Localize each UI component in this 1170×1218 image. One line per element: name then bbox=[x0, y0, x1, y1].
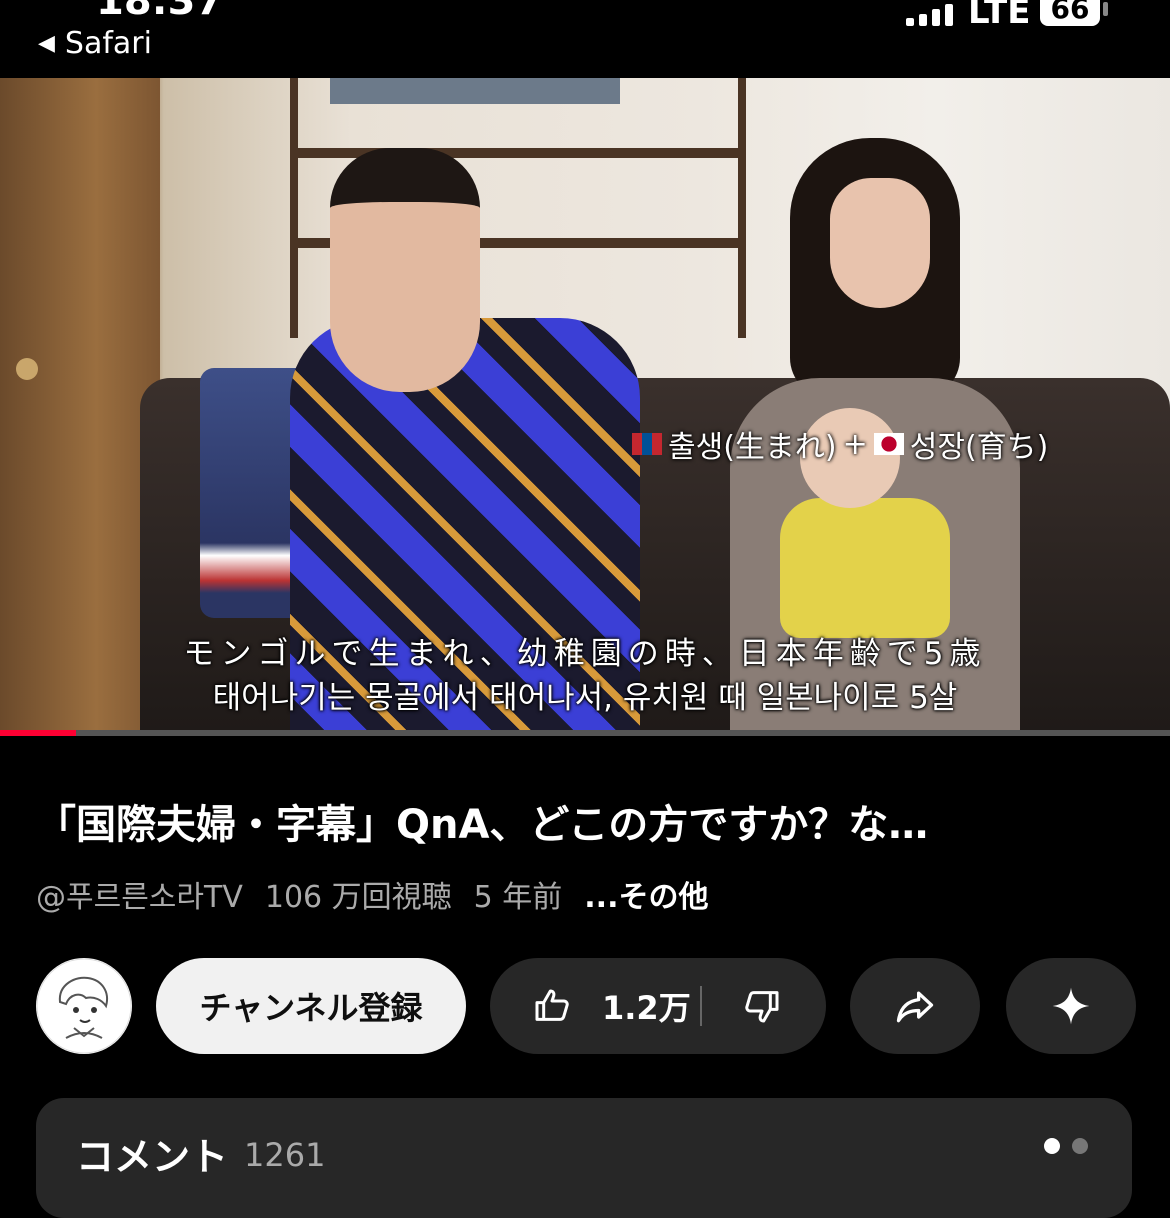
battery-icon: 66 bbox=[1040, 0, 1100, 26]
sparkle-button[interactable] bbox=[1006, 958, 1136, 1054]
channel-handle[interactable]: @푸르른소라TV bbox=[36, 872, 243, 916]
comments-title: コメント bbox=[76, 1135, 229, 1179]
like-dislike-group: 1.2万 bbox=[490, 958, 826, 1054]
thumbs-down-icon bbox=[745, 991, 779, 1023]
video-progress-bar[interactable] bbox=[0, 730, 1170, 736]
carousel-dot-active bbox=[1044, 1138, 1060, 1154]
video-title[interactable]: 「国際夫婦・字幕」QnA、どこの方ですか？な… bbox=[36, 792, 1136, 850]
overlay-caption-part2: 성장(育ち) bbox=[909, 430, 1049, 465]
overlay-caption-part1: 출생(生まれ) bbox=[668, 430, 837, 465]
network-type: LTE bbox=[968, 0, 1031, 32]
back-to-app-button[interactable]: ◀ Safari bbox=[38, 26, 152, 61]
battery-tip bbox=[1103, 2, 1108, 16]
back-triangle-icon: ◀ bbox=[38, 31, 55, 56]
clock: 18:37 bbox=[96, 0, 224, 24]
signal-strength-icon bbox=[906, 4, 953, 26]
video-meta: @푸르른소라TV 106 万回視聴 5 年前 ...その他 bbox=[36, 872, 708, 916]
channel-avatar-illustration bbox=[36, 958, 132, 1054]
view-count: 106 万回視聴 bbox=[264, 880, 452, 915]
comments-panel[interactable]: コメント 1261 bbox=[36, 1098, 1132, 1218]
video-progress-fill bbox=[0, 730, 77, 736]
thumbs-up-icon bbox=[535, 989, 569, 1021]
like-button[interactable]: 1.2万 bbox=[490, 958, 700, 1054]
more-description-button[interactable]: ...その他 bbox=[584, 872, 708, 916]
subtitle-japanese: モンゴルで生まれ、幼稚園の時、日本年齢で5歳 bbox=[183, 636, 987, 672]
carousel-dot bbox=[1072, 1138, 1088, 1154]
status-bar: 18:37 ◀ Safari LTE 66 bbox=[0, 0, 1170, 78]
comments-count: 1261 bbox=[244, 1136, 326, 1174]
action-row: チャンネル登録 1.2万 bbox=[36, 958, 1156, 1054]
mongolia-flag-icon bbox=[632, 433, 662, 455]
video-overlay-caption: 출생(生まれ) + 성장(育ち) bbox=[632, 422, 1048, 466]
like-count: 1.2万 bbox=[602, 989, 691, 1027]
share-button[interactable] bbox=[850, 958, 980, 1054]
upload-age: 5 年前 bbox=[473, 880, 563, 915]
carousel-dots bbox=[1044, 1138, 1088, 1154]
japan-flag-icon bbox=[873, 433, 904, 455]
subscribe-button[interactable]: チャンネル登録 bbox=[156, 958, 466, 1054]
back-app-label: Safari bbox=[64, 26, 152, 61]
share-icon bbox=[896, 991, 934, 1023]
subtitle-korean: 태어나기는 몽골에서 태어나서, 유치원 때 일본나이로 5살 bbox=[212, 680, 958, 716]
overlay-plus: + bbox=[842, 426, 868, 462]
dislike-button[interactable] bbox=[702, 958, 822, 1054]
channel-avatar[interactable] bbox=[36, 958, 132, 1054]
sparkle-icon bbox=[1052, 987, 1090, 1025]
video-player[interactable]: 출생(生まれ) + 성장(育ち) モンゴルで生まれ、幼稚園の時、日本年齢で5歳 … bbox=[0, 78, 1170, 730]
